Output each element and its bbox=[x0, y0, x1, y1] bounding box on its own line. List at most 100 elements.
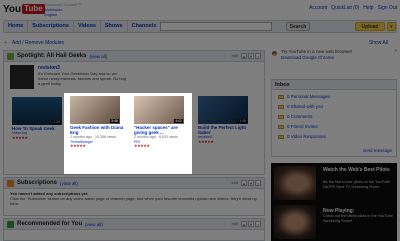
rating-stars-icon: ★★★★★ bbox=[12, 134, 28, 140]
subscriptions-empty-message: You haven't added any subscriptions yet.… bbox=[10, 191, 260, 206]
ad-image-2 bbox=[274, 205, 316, 239]
rating-stars-icon: ★★★★★ bbox=[198, 138, 214, 144]
inbox-row[interactable]: 0 Shared with you bbox=[278, 104, 323, 109]
video-item[interactable]: 3:48 Build the Perfect Light Saber revis… bbox=[198, 96, 256, 144]
move-up-icon[interactable]: ▲ bbox=[241, 221, 247, 227]
show-all-link[interactable]: Show All bbox=[369, 40, 388, 46]
close-icon[interactable]: × bbox=[255, 221, 261, 227]
video-duration: 5:46 bbox=[110, 119, 119, 123]
featured-description: It's Embrace Your Geekiness Day and so w… bbox=[38, 71, 127, 86]
video-duration: 2:29 bbox=[52, 120, 61, 124]
subscriptions-view-all-link[interactable]: (view all) bbox=[60, 181, 78, 186]
help-link[interactable]: Help bbox=[363, 5, 373, 11]
recommended-view-all-link[interactable]: (view all) bbox=[85, 222, 103, 227]
inbox-shared[interactable]: 0 Shared with you bbox=[287, 104, 323, 109]
logo-tube-text: Tube bbox=[22, 4, 45, 14]
video-thumbnail[interactable]: 3:48 bbox=[198, 96, 248, 124]
ad-desc-2: Check out the latest pilots in the YouTu… bbox=[323, 214, 393, 223]
spotlight-title: Spotlight: All Hail Geeks bbox=[17, 53, 87, 59]
video-item[interactable]: 5:46 Geek Fashion with Diana Eng 2 month… bbox=[70, 96, 128, 148]
spotlight-edit-link[interactable]: edit bbox=[232, 53, 238, 59]
chrome-promo: Try YouTube in a new web browser! Downlo… bbox=[271, 48, 397, 68]
video-response-icon bbox=[278, 134, 284, 139]
module-controls: edit ▲ ▼ × bbox=[232, 53, 261, 59]
recommended-edit-link[interactable]: edit bbox=[232, 221, 238, 227]
recommended-title: Recommended for You bbox=[17, 221, 83, 227]
spotlight-view-all-link[interactable]: (view all) bbox=[89, 54, 107, 59]
video-thumbnail[interactable]: 2:29 bbox=[12, 97, 62, 125]
video-thumbnail[interactable]: 5:46 bbox=[70, 96, 120, 124]
subscriptions-module: Subscriptions (view all) edit ▲ ▼ × You … bbox=[3, 177, 265, 216]
share-icon bbox=[278, 104, 284, 109]
account-links: Account QuickList (0) Help Sign Out bbox=[309, 5, 397, 11]
logo-you-text: You bbox=[3, 3, 22, 15]
inbox-personal-messages[interactable]: 0 Personal Messages bbox=[287, 94, 330, 99]
add-icon: + bbox=[4, 40, 7, 46]
subscriptions-title: Subscriptions bbox=[17, 180, 58, 186]
module-toolbar: + Add / Remove Modules Show All bbox=[4, 40, 396, 48]
inbox-comments[interactable]: 0 Comments bbox=[287, 114, 313, 119]
upload-dropdown-icon[interactable]: ▾ bbox=[387, 22, 396, 31]
inbox-video-responses[interactable]: 0 Video Responses bbox=[287, 134, 326, 139]
close-icon[interactable]: × bbox=[394, 48, 397, 54]
upload-button[interactable]: Upload bbox=[355, 22, 385, 31]
video-thumbnail[interactable]: 4:02 bbox=[134, 96, 184, 124]
subscriptions-edit-link[interactable]: edit bbox=[232, 180, 238, 186]
friend-icon bbox=[278, 124, 284, 129]
add-remove-modules-link[interactable]: Add / Remove Modules bbox=[12, 40, 64, 46]
move-up-icon[interactable]: ▲ bbox=[241, 180, 247, 186]
search-button[interactable]: Search bbox=[286, 22, 310, 31]
tab-home[interactable]: Home bbox=[4, 21, 29, 32]
move-down-icon[interactable]: ▼ bbox=[248, 180, 254, 186]
tagline-block: Broadcast Yourself™ Worldwide English bbox=[44, 2, 81, 17]
tab-videos[interactable]: Videos bbox=[74, 21, 101, 32]
move-up-icon[interactable]: ▲ bbox=[241, 53, 247, 59]
download-chrome-link[interactable]: Download Google Chrome bbox=[281, 55, 334, 60]
subscriptions-empty-desc: Click the "Subscribe" button on any vide… bbox=[10, 196, 257, 206]
ad-image-1 bbox=[274, 166, 316, 200]
pilots-ad[interactable]: Watch the Web's Best Pilots Be the first… bbox=[271, 163, 397, 241]
inbox-row[interactable]: 0 Personal Messages bbox=[278, 94, 330, 99]
account-link[interactable]: Account bbox=[309, 5, 327, 11]
quicklist-link[interactable]: QuickList (0) bbox=[331, 5, 359, 11]
youtube-logo[interactable]: You Tube bbox=[3, 3, 45, 15]
inbox-friend-invites[interactable]: 0 Friend Invites bbox=[287, 124, 318, 129]
search-input[interactable] bbox=[160, 22, 272, 31]
video-title[interactable]: Build the Perfect Light Saber bbox=[198, 125, 256, 135]
inbox-row[interactable]: 0 Comments bbox=[278, 114, 313, 119]
tab-shows[interactable]: Shows bbox=[101, 21, 128, 32]
video-title[interactable]: Geek Fashion with Diana Eng bbox=[70, 125, 128, 135]
chrome-promo-text: Try YouTube in a new web browser! Downlo… bbox=[281, 49, 352, 60]
close-icon[interactable]: × bbox=[255, 53, 261, 59]
video-title[interactable]: "Hacker spaces" are giving geek ... bbox=[134, 125, 192, 135]
move-down-icon[interactable]: ▼ bbox=[248, 221, 254, 227]
spotlight-icon bbox=[7, 52, 14, 60]
featured-channel-avatar[interactable] bbox=[10, 65, 34, 89]
inbox-panel: Inbox 0 Personal Messages 0 Shared with … bbox=[271, 79, 397, 157]
close-icon[interactable]: × bbox=[255, 180, 261, 186]
recommended-header: Recommended for You (view all) edit ▲ ▼ … bbox=[4, 219, 264, 230]
recommended-module: Recommended for You (view all) edit ▲ ▼ … bbox=[3, 218, 265, 241]
header: You Tube Broadcast Yourself™ Worldwide E… bbox=[0, 0, 400, 20]
video-item[interactable]: 4:02 "Hacker spaces" are giving geek ...… bbox=[134, 96, 192, 148]
sign-out-link[interactable]: Sign Out bbox=[378, 5, 397, 11]
comment-icon bbox=[278, 114, 284, 119]
spotlight-header: Spotlight: All Hail Geeks (view all) edi… bbox=[4, 51, 264, 62]
module-controls: edit ▲ ▼ × bbox=[232, 180, 261, 186]
module-controls: edit ▲ ▼ × bbox=[232, 221, 261, 227]
inbox-title: Inbox bbox=[272, 80, 396, 90]
move-down-icon[interactable]: ▼ bbox=[248, 53, 254, 59]
tab-subscriptions[interactable]: Subscriptions bbox=[28, 21, 74, 32]
subscriptions-icon bbox=[7, 179, 14, 187]
video-item[interactable]: 2:29 How To Speak Geek VideoJug ★★★★★ bbox=[12, 97, 70, 140]
envelope-icon bbox=[278, 94, 284, 99]
language-link[interactable]: English bbox=[44, 12, 57, 17]
tab-channels[interactable]: Channels bbox=[128, 21, 162, 32]
send-message-link[interactable]: send message bbox=[363, 148, 392, 153]
ad-title-1[interactable]: Watch the Web's Best Pilots bbox=[323, 167, 395, 173]
chrome-logo-icon bbox=[271, 50, 278, 57]
rating-stars-icon: ★★★★★ bbox=[70, 143, 86, 148]
inbox-row[interactable]: 0 Friend Invites bbox=[278, 124, 318, 129]
video-duration: 4:02 bbox=[174, 119, 183, 123]
inbox-row[interactable]: 0 Video Responses bbox=[278, 134, 326, 139]
